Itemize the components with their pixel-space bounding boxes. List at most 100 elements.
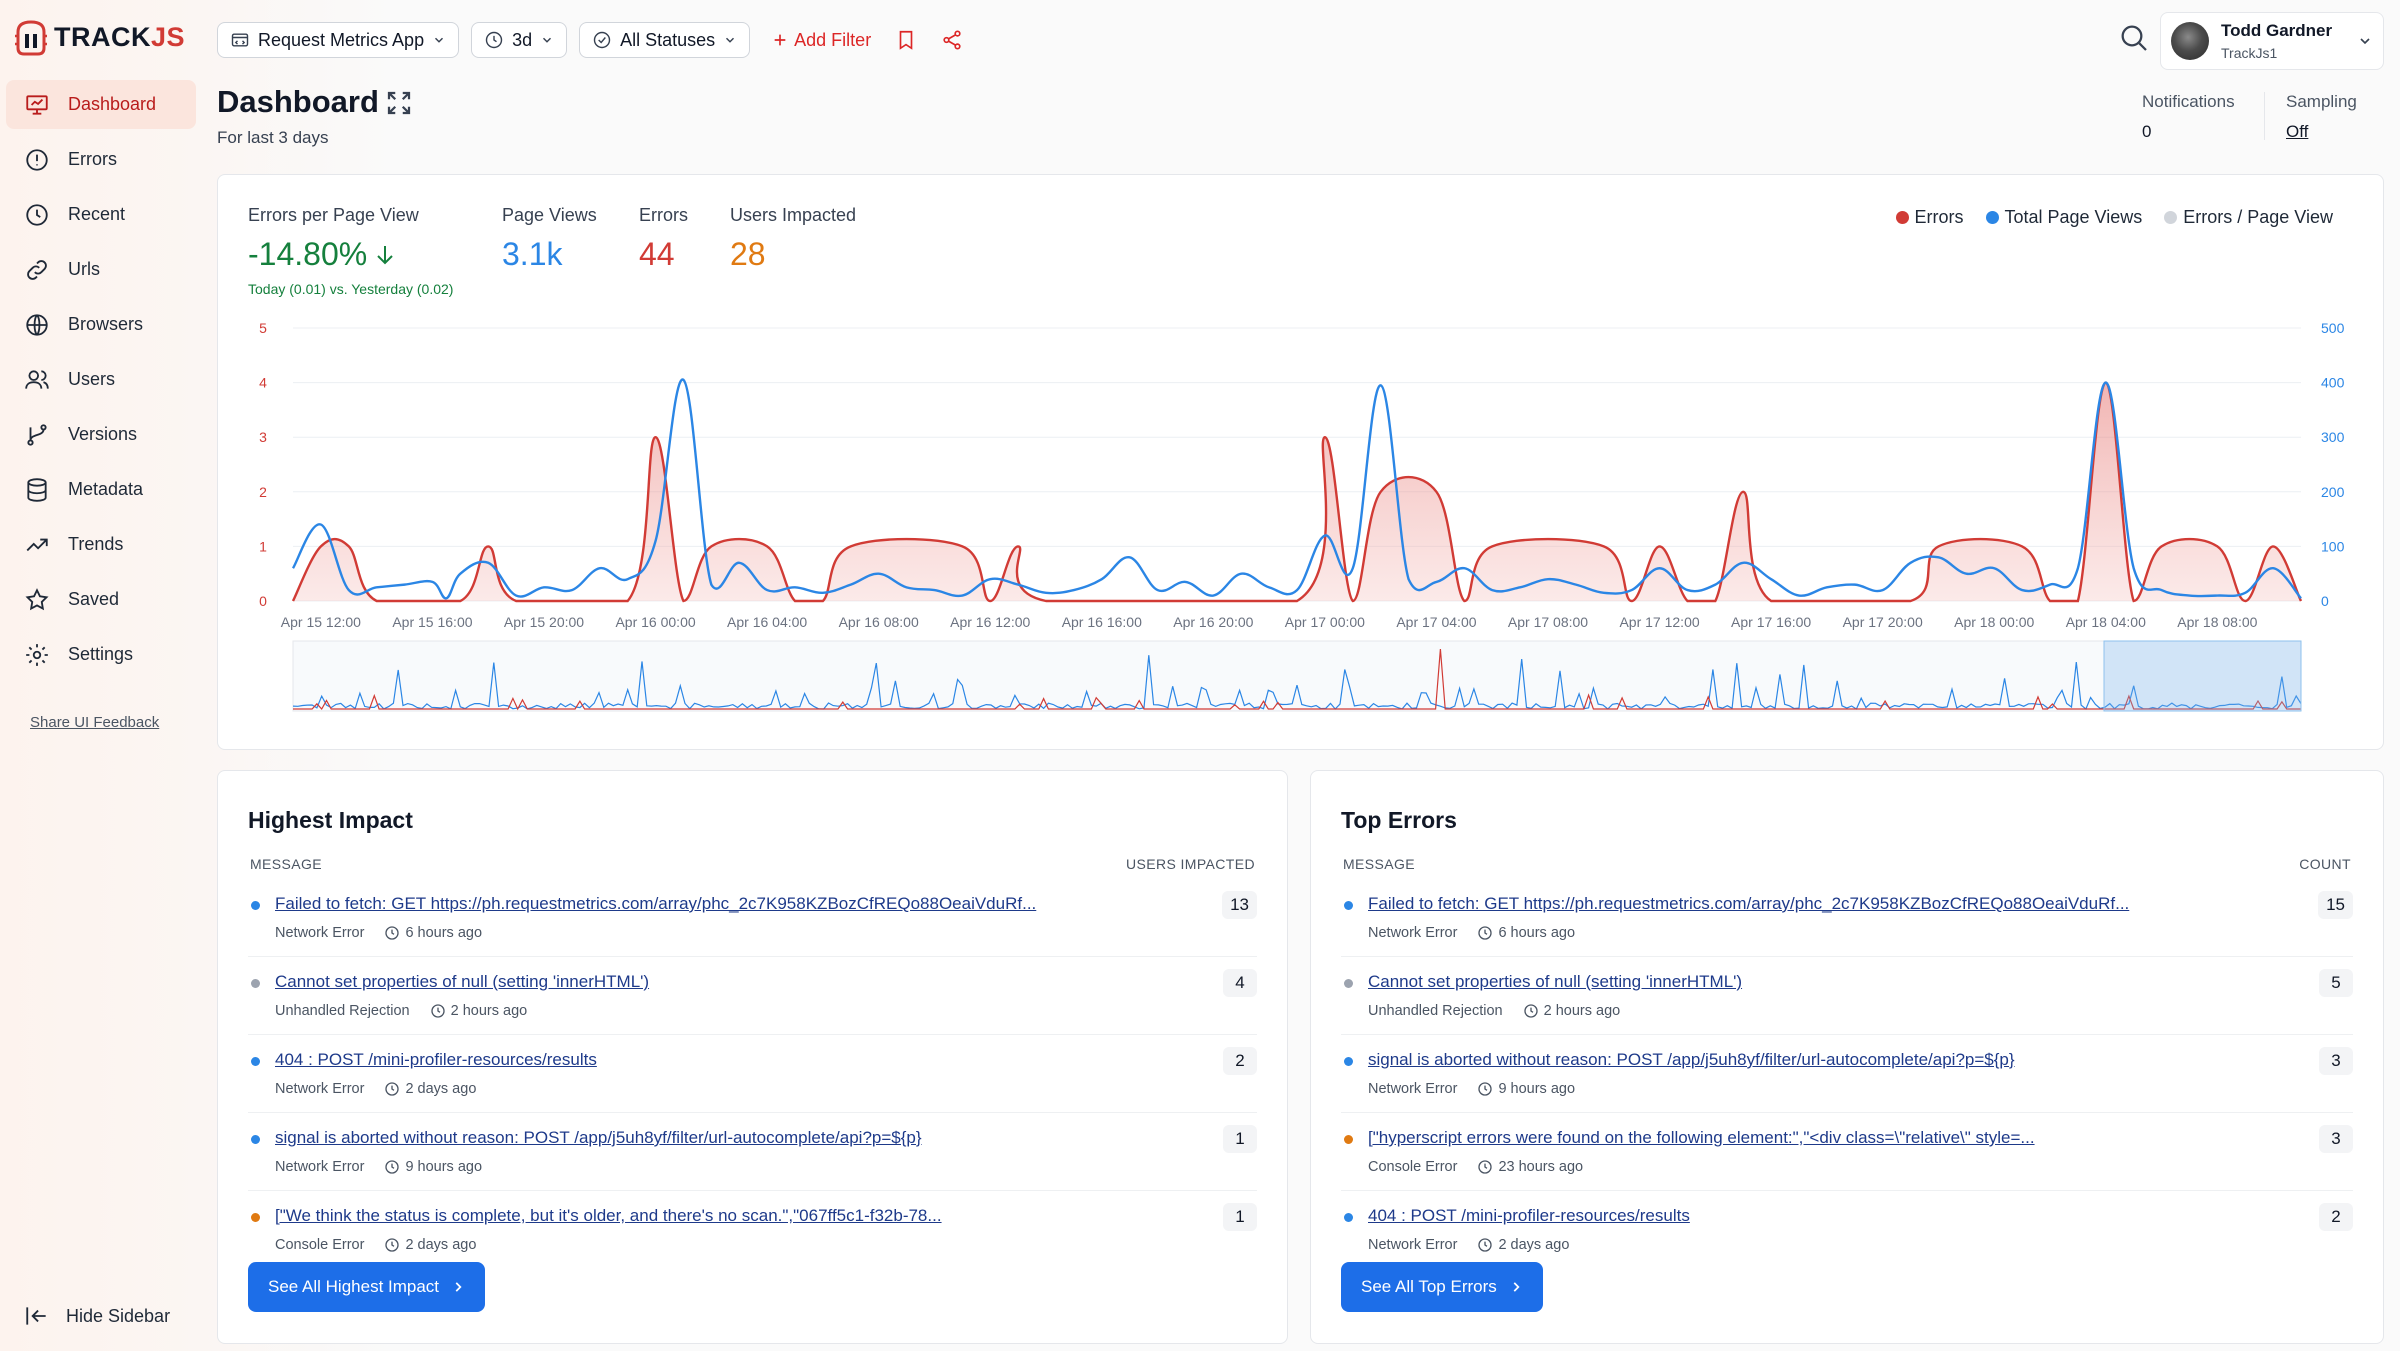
error-message-link[interactable]: ["We think the status is complete, but i… bbox=[275, 1206, 942, 1226]
share-feedback-link[interactable]: Share UI Feedback bbox=[30, 714, 159, 731]
user-info: Todd Gardner TrackJs1 bbox=[2221, 21, 2332, 61]
error-row[interactable]: signal is aborted without reason: POST /… bbox=[248, 1113, 1257, 1191]
sidebar-item-errors[interactable]: Errors bbox=[6, 135, 196, 184]
sidebar-item-settings[interactable]: Settings bbox=[6, 630, 196, 679]
app-window-icon bbox=[231, 33, 249, 47]
navigator-selection[interactable] bbox=[2103, 640, 2302, 712]
x-tick-label: Apr 15 16:00 bbox=[392, 614, 472, 630]
error-time: 9 hours ago bbox=[1477, 1081, 1575, 1097]
error-row[interactable]: ["hyperscript errors were found on the f… bbox=[1341, 1113, 2353, 1191]
sidebar-item-trends[interactable]: Trends bbox=[6, 520, 196, 569]
error-message-link[interactable]: signal is aborted without reason: POST /… bbox=[275, 1128, 922, 1148]
globe-icon bbox=[24, 312, 50, 338]
error-row[interactable]: Failed to fetch: GET https://ph.requestm… bbox=[1341, 879, 2353, 957]
x-tick-label: Apr 16 16:00 bbox=[1062, 614, 1142, 630]
error-time: 23 hours ago bbox=[1477, 1159, 1583, 1175]
clock-icon bbox=[385, 1238, 400, 1252]
error-message-link[interactable]: Cannot set properties of null (setting '… bbox=[1368, 972, 1742, 992]
error-message-link[interactable]: 404 : POST /mini-profiler-resources/resu… bbox=[1368, 1206, 1690, 1226]
hide-sidebar-button[interactable]: Hide Sidebar bbox=[24, 1303, 170, 1329]
status-select[interactable]: All Statuses bbox=[579, 22, 751, 58]
notifications-block[interactable]: Notifications 0 bbox=[2142, 92, 2235, 142]
sidebar-item-users[interactable]: Users bbox=[6, 355, 196, 404]
error-meta: Console Error 23 hours ago bbox=[1368, 1159, 1583, 1175]
sampling-label: Sampling bbox=[2286, 92, 2357, 111]
button-label: See All Top Errors bbox=[1361, 1277, 1497, 1296]
sampling-toggle[interactable]: Off bbox=[2286, 122, 2357, 142]
x-tick-label: Apr 18 08:00 bbox=[2177, 614, 2257, 630]
error-time-text: 2 days ago bbox=[405, 1081, 477, 1097]
error-time: 2 days ago bbox=[384, 1237, 476, 1253]
sidebar-item-versions[interactable]: Versions bbox=[6, 410, 196, 459]
card-title: Highest Impact bbox=[248, 807, 413, 833]
sidebar-item-saved[interactable]: Saved bbox=[6, 575, 196, 624]
x-tick-label: Apr 17 00:00 bbox=[1285, 614, 1365, 630]
sidebar-item-metadata[interactable]: Metadata bbox=[6, 465, 196, 514]
sidebar-nav: Dashboard Errors Recent Urls Browsers Us… bbox=[6, 80, 196, 685]
share-icon[interactable] bbox=[941, 29, 963, 51]
clock-icon bbox=[24, 202, 50, 228]
x-tick-label: Apr 18 00:00 bbox=[1954, 614, 2034, 630]
see-all-top-errors-button[interactable]: See All Top Errors bbox=[1341, 1262, 1543, 1312]
sidebar-item-recent[interactable]: Recent bbox=[6, 190, 196, 239]
count-badge: 2 bbox=[2319, 1203, 2353, 1231]
sidebar-item-urls[interactable]: Urls bbox=[6, 245, 196, 294]
error-row[interactable]: Failed to fetch: GET https://ph.requestm… bbox=[248, 879, 1257, 957]
error-time-text: 6 hours ago bbox=[1498, 925, 1576, 941]
count-badge: 1 bbox=[1223, 1125, 1257, 1153]
database-icon bbox=[24, 477, 50, 503]
clock-icon bbox=[385, 1160, 400, 1174]
clock-icon bbox=[485, 31, 503, 49]
error-time-text: 9 hours ago bbox=[405, 1159, 483, 1175]
error-type: Console Error bbox=[1368, 1159, 1458, 1175]
sidebar-item-label: Settings bbox=[68, 644, 134, 664]
date-range-select[interactable]: 3d bbox=[471, 22, 568, 58]
star-icon bbox=[24, 587, 50, 613]
app-select[interactable]: Request Metrics App bbox=[217, 22, 460, 58]
logo-text: TRACKJS bbox=[54, 21, 186, 52]
hide-sidebar-label: Hide Sidebar bbox=[66, 1305, 171, 1326]
error-message-link[interactable]: Cannot set properties of null (setting '… bbox=[275, 972, 649, 992]
severity-dot bbox=[1344, 901, 1353, 910]
error-row[interactable]: signal is aborted without reason: POST /… bbox=[1341, 1035, 2353, 1113]
count-badge: 1 bbox=[1223, 1203, 1257, 1231]
user-menu[interactable]: Todd Gardner TrackJs1 bbox=[2160, 12, 2384, 70]
error-time: 6 hours ago bbox=[1477, 925, 1575, 941]
error-time: 6 hours ago bbox=[384, 925, 482, 941]
error-meta: Network Error 2 days ago bbox=[275, 1081, 476, 1097]
filter-toolbar: Request Metrics App 3d All Statuses Add … bbox=[217, 22, 963, 58]
trackjs-logo[interactable]: TRACKJS bbox=[14, 18, 185, 56]
divider bbox=[2264, 92, 2265, 140]
sampling-block: Sampling Off bbox=[2286, 92, 2357, 142]
error-row[interactable]: Cannot set properties of null (setting '… bbox=[248, 957, 1257, 1035]
error-row[interactable]: ["We think the status is complete, but i… bbox=[248, 1191, 1257, 1269]
clock-icon bbox=[1478, 926, 1493, 940]
see-all-highest-impact-button[interactable]: See All Highest Impact bbox=[248, 1262, 486, 1312]
error-row[interactable]: 404 : POST /mini-profiler-resources/resu… bbox=[1341, 1191, 2353, 1269]
sidebar-item-browsers[interactable]: Browsers bbox=[6, 300, 196, 349]
error-message-link[interactable]: Failed to fetch: GET https://ph.requestm… bbox=[275, 894, 1036, 914]
collapse-left-icon bbox=[26, 1307, 46, 1325]
sidebar-item-dashboard[interactable]: Dashboard bbox=[6, 80, 196, 129]
bookmark-icon[interactable] bbox=[895, 29, 917, 51]
avatar bbox=[2171, 22, 2209, 60]
error-message-link[interactable]: 404 : POST /mini-profiler-resources/resu… bbox=[275, 1050, 597, 1070]
error-row[interactable]: 404 : POST /mini-profiler-resources/resu… bbox=[248, 1035, 1257, 1113]
y-left-tick-label: 2 bbox=[259, 484, 267, 500]
error-type: Unhandled Rejection bbox=[275, 1003, 410, 1019]
search-icon[interactable] bbox=[2118, 22, 2150, 54]
x-tick-label: Apr 16 08:00 bbox=[839, 614, 919, 630]
errors-pageviews-chart[interactable]: 0 1 2 3 4 5 0 100 200 300 400 500 Apr 15 12:00 Apr 15… bbox=[218, 175, 2385, 751]
error-message-link[interactable]: ["hyperscript errors were found on the f… bbox=[1368, 1128, 2035, 1148]
error-type: Network Error bbox=[1368, 925, 1458, 941]
error-message-link[interactable]: signal is aborted without reason: POST /… bbox=[1368, 1050, 2015, 1070]
error-row[interactable]: Cannot set properties of null (setting '… bbox=[1341, 957, 2353, 1035]
x-tick-label: Apr 16 20:00 bbox=[1173, 614, 1253, 630]
error-message-link[interactable]: Failed to fetch: GET https://ph.requestm… bbox=[1368, 894, 2129, 914]
error-time: 9 hours ago bbox=[384, 1159, 482, 1175]
fullscreen-icon[interactable] bbox=[384, 88, 414, 118]
add-filter-button[interactable]: Add Filter bbox=[772, 30, 871, 51]
x-tick-label: Apr 17 16:00 bbox=[1731, 614, 1811, 630]
error-meta: Unhandled Rejection 2 hours ago bbox=[1368, 1003, 1620, 1019]
gear-icon bbox=[24, 642, 50, 668]
